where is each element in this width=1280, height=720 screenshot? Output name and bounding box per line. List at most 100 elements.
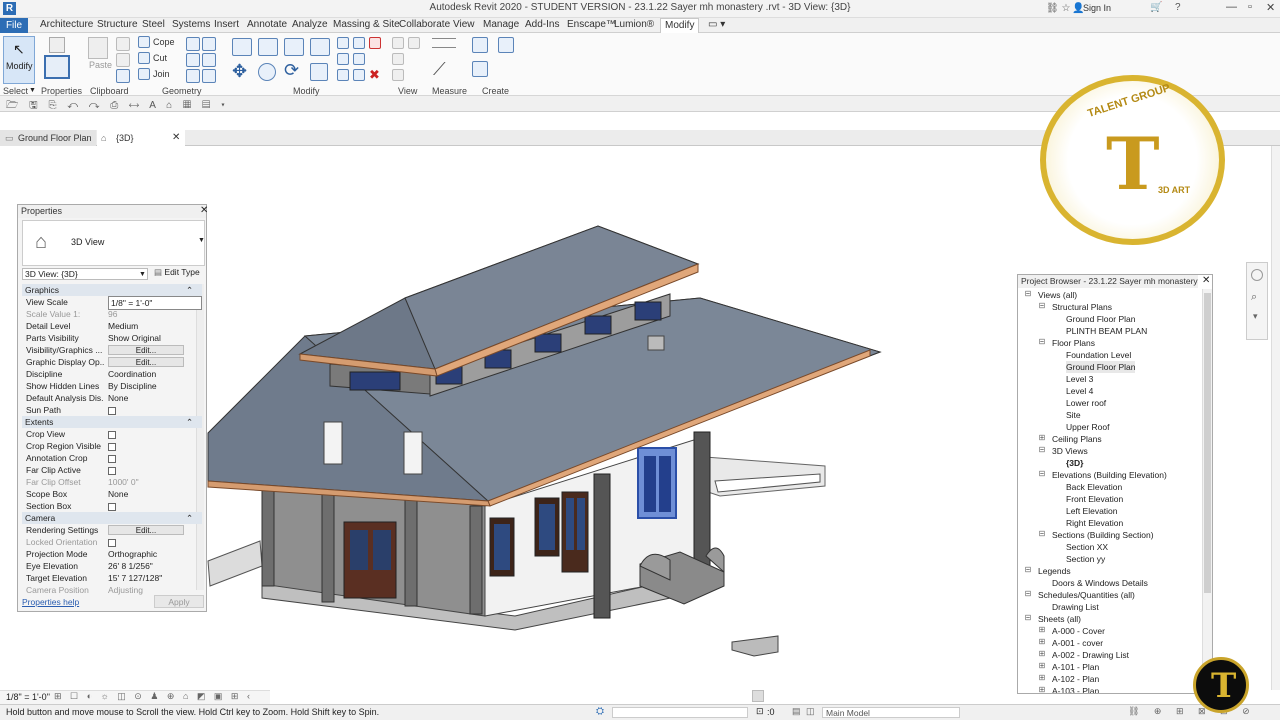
property-row[interactable]: Target Elevation 15' 7 127/128" (22, 572, 202, 584)
browser-item[interactable]: A-103 - Plan (1052, 685, 1099, 693)
apply-button[interactable]: Apply (154, 595, 204, 608)
menu-tab-manage[interactable]: Manage (481, 19, 521, 30)
browser-item[interactable]: Section XX (1066, 541, 1108, 553)
maximize-button[interactable]: ▫ (1248, 1, 1252, 13)
property-value[interactable] (108, 440, 202, 452)
property-value[interactable]: 26' 8 1/256" (108, 560, 202, 572)
edit-type-button[interactable]: ▤ Edit Type (154, 267, 200, 278)
browser-item[interactable]: Level 3 (1066, 373, 1093, 385)
property-value[interactable]: Adjusting (108, 584, 202, 596)
browser-item[interactable]: Left Elevation (1066, 505, 1118, 517)
geometry-tool-5-icon[interactable] (186, 69, 200, 83)
infocenter-icons[interactable]: ⛓ ☆ (1046, 3, 1070, 14)
trim-icon[interactable] (310, 63, 328, 81)
tree-toggle-icon[interactable]: ⊟ (1024, 589, 1032, 598)
property-row[interactable]: Scale Value 1: 96 (22, 308, 202, 320)
property-value[interactable]: Medium (108, 320, 202, 332)
tree-toggle-icon[interactable]: ⊞ (1038, 649, 1046, 658)
menu-tab-file[interactable]: File (0, 18, 28, 33)
cut-clipboard-icon[interactable] (116, 37, 130, 51)
property-value[interactable]: Orthographic (108, 548, 202, 560)
browser-scroll-thumb[interactable] (1204, 293, 1211, 593)
menu-tab-annotate[interactable]: Annotate (245, 19, 289, 30)
mirror-axis-icon[interactable] (284, 38, 304, 56)
measure-line-icon[interactable] (432, 38, 456, 39)
browser-item[interactable]: Drawing List (1052, 601, 1099, 613)
property-row[interactable]: Show Hidden Lines By Discipline (22, 380, 202, 392)
close-tab-icon[interactable]: ✕ (172, 130, 180, 146)
browser-item[interactable]: Elevations (Building Elevation) (1052, 469, 1167, 481)
geometry-tool-3-icon[interactable] (186, 53, 200, 67)
split-icon[interactable] (337, 37, 349, 49)
view-tool-1-icon[interactable] (392, 37, 404, 49)
join-icon[interactable] (138, 68, 150, 80)
checkbox[interactable] (108, 502, 116, 511)
tab-ground-floor-plan[interactable]: ▭ Ground Floor Plan (0, 130, 96, 146)
create-assembly-icon[interactable] (498, 37, 514, 53)
navigation-bar[interactable]: ⌕ ▾ (1246, 262, 1268, 340)
paste-icon[interactable] (88, 37, 108, 59)
property-value[interactable]: Edit... (108, 524, 202, 536)
rotate-icon[interactable]: ⟳ (284, 60, 299, 81)
tab-3d-view[interactable]: ⌂ {3D} ✕ (97, 130, 185, 146)
browser-item[interactable]: A-002 - Drawing List (1052, 649, 1129, 661)
browser-item[interactable]: 3D Views (1052, 445, 1088, 457)
join-label[interactable]: Join (153, 69, 170, 79)
menu-tab-structure[interactable]: Structure (95, 19, 140, 30)
browser-item[interactable]: Floor Plans (1052, 337, 1095, 349)
browser-item[interactable]: Views (all) (1038, 289, 1077, 301)
instance-selector[interactable]: 3D View: {3D} ▼ (22, 268, 148, 280)
property-value[interactable]: None (108, 392, 202, 404)
type-dropdown-icon[interactable]: ▼ (198, 237, 205, 244)
minimize-button[interactable]: — (1226, 1, 1237, 13)
scale-icon[interactable] (353, 53, 365, 65)
property-row[interactable]: Locked Orientation (22, 536, 202, 548)
browser-item[interactable]: A-102 - Plan (1052, 673, 1099, 685)
property-row[interactable]: Eye Elevation 26' 8 1/256" (22, 560, 202, 572)
tree-toggle-icon[interactable]: ⊟ (1024, 565, 1032, 574)
pin-icon[interactable] (337, 69, 349, 81)
browser-item[interactable]: Lower roof (1066, 397, 1106, 409)
property-value[interactable]: 15' 7 127/128" (108, 572, 202, 584)
sign-in-link[interactable]: Sign In (1083, 3, 1111, 13)
property-value[interactable] (108, 536, 202, 548)
property-row[interactable]: Parts Visibility Show Original (22, 332, 202, 344)
checkbox[interactable] (108, 430, 116, 439)
copy-clipboard-icon[interactable] (116, 53, 130, 67)
geometry-tool-4-icon[interactable] (202, 53, 216, 67)
property-value[interactable]: 1000' 0" (108, 476, 202, 488)
ribbon-extras-icon[interactable]: ▭ ▾ (706, 19, 727, 30)
browser-item[interactable]: A-101 - Plan (1052, 661, 1099, 673)
collapse-icon[interactable]: ⌃ (186, 284, 193, 296)
browser-item[interactable]: Ground Floor Plan (1066, 361, 1136, 373)
geometry-tool-2-icon[interactable] (202, 37, 216, 51)
menu-tab-steel[interactable]: Steel (140, 19, 167, 30)
cut-label[interactable]: Cut (153, 53, 167, 63)
property-value[interactable]: Show Original (108, 332, 202, 344)
property-value[interactable]: 96 (108, 308, 202, 320)
type-properties-icon[interactable] (49, 37, 65, 53)
align-icon[interactable] (232, 38, 252, 56)
property-value[interactable]: Edit... (108, 356, 202, 368)
property-row[interactable]: Default Analysis Dis... None (22, 392, 202, 404)
unpin-icon[interactable] (369, 37, 381, 49)
property-row[interactable]: Camera Position Adjusting (22, 584, 202, 596)
ribbon-group-select[interactable]: Select (3, 86, 28, 96)
property-row[interactable]: Discipline Coordination (22, 368, 202, 380)
property-row[interactable]: View Scale 1/8" = 1'-0" (22, 296, 202, 310)
browser-item[interactable]: Upper Roof (1066, 421, 1109, 433)
horizontal-scroll-thumb[interactable] (752, 690, 764, 702)
copy-icon[interactable] (258, 63, 276, 81)
qat-icons[interactable]: 🗁 🖫 ⎘ ↶ ↷ ⎙ ⟷ A ⌂ ▦ ▤ ▾ (6, 98, 229, 115)
property-row[interactable]: Rendering Settings Edit... (22, 524, 202, 536)
delete-icon[interactable]: ✖ (369, 67, 380, 83)
tree-toggle-icon[interactable]: ⊞ (1038, 661, 1046, 670)
menu-tab-analyze[interactable]: Analyze (290, 19, 330, 30)
cope-icon[interactable] (138, 36, 150, 48)
property-row[interactable]: Crop Region Visible (22, 440, 202, 452)
move-icon[interactable]: ✥ (232, 61, 247, 82)
help-icon[interactable]: ? (1175, 2, 1181, 13)
menu-tab-view[interactable]: View (451, 19, 477, 30)
checkbox[interactable] (108, 538, 116, 547)
create-array-icon[interactable] (353, 69, 365, 81)
